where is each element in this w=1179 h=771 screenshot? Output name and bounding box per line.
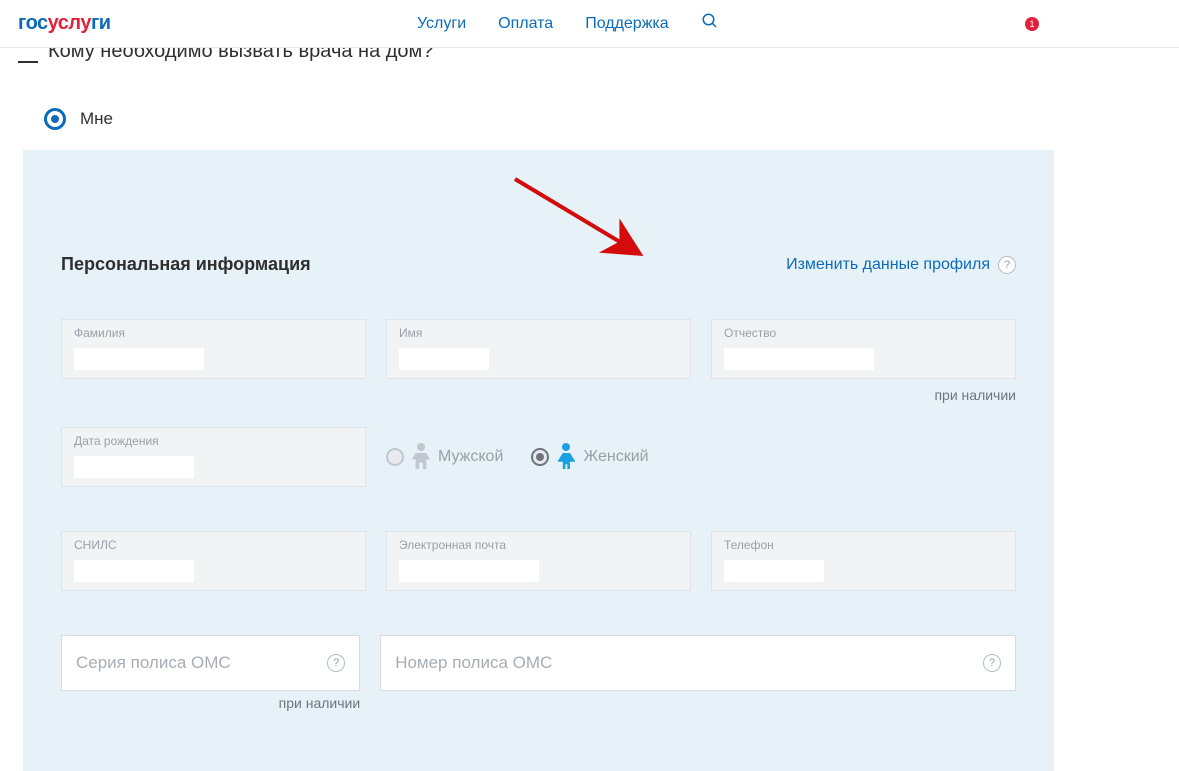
gender-female-label: Женский bbox=[583, 448, 648, 466]
row-dob-gender: Дата рождения Мужской Женский bbox=[61, 427, 1016, 487]
oms-series-placeholder: Серия полиса ОМС bbox=[76, 653, 231, 673]
radio-me-label: Мне bbox=[80, 109, 113, 129]
dob-label: Дата рождения bbox=[74, 434, 353, 448]
search-icon[interactable] bbox=[701, 12, 719, 35]
logo[interactable]: госуслуги bbox=[18, 12, 111, 35]
female-icon bbox=[557, 443, 575, 471]
dob-value-masked bbox=[74, 456, 194, 478]
page-title: Кому необходимо вызвать врача на дом? bbox=[48, 48, 433, 63]
oms-series-field[interactable]: Серия полиса ОМС ? bbox=[61, 635, 360, 691]
oms-series-hint: при наличии bbox=[61, 695, 360, 711]
logo-part2: услу bbox=[48, 12, 91, 34]
gender-female[interactable]: Женский bbox=[531, 443, 648, 471]
lastname-value-masked bbox=[74, 348, 204, 370]
edit-profile-wrap: Изменить данные профиля ? bbox=[786, 256, 1016, 274]
title-dash-icon bbox=[18, 61, 38, 63]
lastname-field[interactable]: Фамилия bbox=[61, 319, 366, 379]
recipient-radio-row: Мне bbox=[0, 72, 1179, 150]
logo-part1: гос bbox=[18, 12, 48, 34]
snils-value-masked bbox=[74, 560, 194, 582]
nav-services[interactable]: Услуги bbox=[417, 15, 466, 33]
page-title-row: Кому необходимо вызвать врача на дом? bbox=[0, 48, 1179, 72]
dob-field[interactable]: Дата рождения bbox=[61, 427, 366, 487]
phone-value-masked bbox=[724, 560, 824, 582]
notification-badge[interactable]: 1 bbox=[1025, 17, 1039, 31]
patronymic-label: Отчество bbox=[724, 326, 1003, 340]
row-contacts: СНИЛС Электронная почта Телефон bbox=[61, 531, 1016, 591]
email-value-masked bbox=[399, 560, 539, 582]
oms-number-placeholder: Номер полиса ОМС bbox=[395, 653, 552, 673]
email-field[interactable]: Электронная почта bbox=[386, 531, 691, 591]
snils-field[interactable]: СНИЛС bbox=[61, 531, 366, 591]
male-icon bbox=[412, 443, 430, 471]
top-nav: Услуги Оплата Поддержка bbox=[417, 12, 719, 35]
oms-number-help-icon[interactable]: ? bbox=[983, 654, 1001, 672]
lastname-label: Фамилия bbox=[74, 326, 353, 340]
gender-male-radio[interactable] bbox=[386, 448, 404, 466]
oms-number-field[interactable]: Номер полиса ОМС ? bbox=[380, 635, 1016, 691]
firstname-value-masked bbox=[399, 348, 489, 370]
patronymic-value-masked bbox=[724, 348, 874, 370]
help-icon[interactable]: ? bbox=[998, 256, 1016, 274]
snils-label: СНИЛС bbox=[74, 538, 353, 552]
patronymic-field[interactable]: Отчество bbox=[711, 319, 1016, 379]
form-panel: Персональная информация Изменить данные … bbox=[23, 150, 1054, 771]
row-name: Фамилия Имя Отчество bbox=[61, 319, 1016, 379]
phone-label: Телефон bbox=[724, 538, 1003, 552]
section-title: Персональная информация bbox=[61, 254, 311, 275]
section-head: Персональная информация Изменить данные … bbox=[61, 254, 1016, 275]
radio-me[interactable] bbox=[44, 108, 66, 130]
firstname-field[interactable]: Имя bbox=[386, 319, 691, 379]
gender-male-label: Мужской bbox=[438, 448, 503, 466]
email-label: Электронная почта bbox=[399, 538, 678, 552]
firstname-label: Имя bbox=[399, 326, 678, 340]
nav-support[interactable]: Поддержка bbox=[585, 15, 668, 33]
gender-male[interactable]: Мужской bbox=[386, 443, 503, 471]
patronymic-hint: при наличии bbox=[61, 387, 1016, 403]
gender-row: Мужской Женский bbox=[386, 443, 1016, 471]
oms-series-help-icon[interactable]: ? bbox=[327, 654, 345, 672]
gender-female-radio[interactable] bbox=[531, 448, 549, 466]
nav-payment[interactable]: Оплата bbox=[498, 15, 553, 33]
header: госуслуги Услуги Оплата Поддержка 1 bbox=[0, 0, 1179, 48]
phone-field[interactable]: Телефон bbox=[711, 531, 1016, 591]
edit-profile-link[interactable]: Изменить данные профиля bbox=[786, 256, 990, 274]
row-oms: Серия полиса ОМС ? при наличии Номер пол… bbox=[61, 635, 1016, 711]
logo-part3: ги bbox=[91, 12, 111, 34]
